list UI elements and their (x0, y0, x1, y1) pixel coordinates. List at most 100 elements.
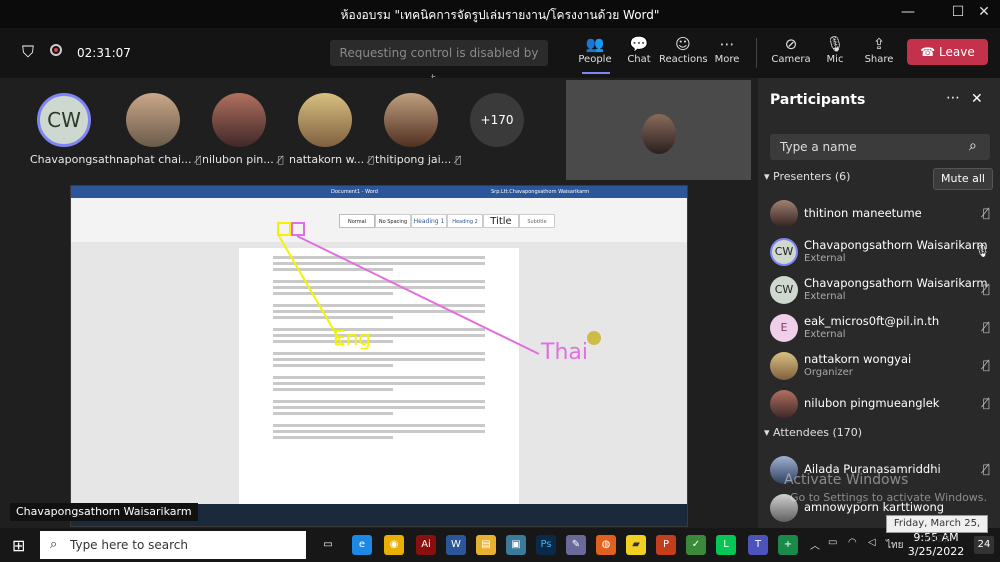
close-button[interactable]: ✕ (972, 4, 996, 20)
teams-icon[interactable]: T (748, 535, 768, 555)
word-icon[interactable]: W (446, 535, 466, 555)
file-explorer-icon[interactable]: ▤ (476, 535, 496, 555)
avatar: E (770, 314, 798, 342)
mic-off-icon: 🎙̸ (277, 155, 284, 166)
toolbar-divider (756, 38, 757, 68)
panel-title: Participants (770, 92, 866, 108)
avatar (770, 200, 798, 228)
annotation-eng: Eng (333, 326, 372, 350)
app-icon[interactable]: ✎ (566, 535, 586, 555)
sticky-notes-icon[interactable]: ▰ (626, 535, 646, 555)
participant-row[interactable]: nattakorn wongyai Organizer 🎙̸ (770, 350, 996, 386)
date-tooltip: Friday, March 25, 2022 (886, 515, 988, 545)
mic-off-icon: 🎙 (825, 35, 845, 53)
meeting-toolbar: ⛉ 02:31:07 Requesting control is disable… (0, 28, 1000, 86)
firefox-icon[interactable]: ◍ (596, 535, 616, 555)
participant-row[interactable]: nilubon pingmueanglek 🎙̸ (770, 388, 996, 424)
mic-off-icon: 🎙̸ (982, 462, 990, 476)
avatar-photo[interactable] (126, 93, 180, 147)
reactions-icon: ☺ (675, 35, 691, 53)
search-icon: ⌕ (50, 537, 58, 552)
overflow-count[interactable]: +170 (470, 93, 524, 147)
search-icon: ⌕ (969, 138, 977, 154)
chrome-icon[interactable]: ◉ (384, 535, 404, 555)
chat-icon: 💬 (629, 35, 649, 53)
share-icon: ⇪ (872, 35, 886, 53)
minimize-button[interactable]: — (896, 4, 920, 20)
annotation-layer (278, 235, 601, 355)
windows-taskbar: ⊞ ⌕ Type here to search ▭ e ◉ Ai W ▤ ▣ P… (0, 528, 1000, 562)
close-panel-icon[interactable]: ✕ (971, 91, 983, 107)
edge-icon[interactable]: e (352, 535, 372, 555)
annotation-thai: Thai (541, 340, 588, 365)
avatar: CW (770, 238, 798, 266)
attendees-header[interactable]: ▾ Attendees (170) (764, 426, 862, 439)
task-view-icon[interactable]: ▭ (318, 535, 338, 555)
phone-hangup-icon: ☎ (920, 45, 940, 59)
notification-badge[interactable]: 24 (974, 536, 994, 554)
activate-windows-watermark: Activate Windows (784, 472, 909, 488)
powerpoint-icon[interactable]: P (656, 535, 676, 555)
participant-row[interactable]: thitinon maneetume 🎙̸ (770, 198, 996, 234)
mic-off-icon: 🎙̸ (982, 396, 990, 410)
more-button[interactable]: ⋯ More (703, 34, 751, 65)
app-icon[interactable]: ▣ (506, 535, 526, 555)
gallery-label: thitipong jai... 🎙̸ (375, 153, 462, 166)
taskbar-search-input[interactable]: ⌕ Type here to search (40, 531, 306, 559)
presenter-name: Chavapongsathorn Waisarikarm (10, 503, 198, 521)
volume-icon[interactable]: ◁ (868, 537, 876, 548)
meeting-timer: 02:31:07 (77, 46, 131, 60)
people-active-indicator (582, 72, 610, 74)
gallery-label: naphat chai... 🎙̸ (116, 153, 202, 166)
more-options-icon[interactable]: ⋯ (946, 90, 960, 106)
language-indicator[interactable]: ไทย (886, 538, 903, 553)
video-person (642, 114, 676, 154)
pointer-dot (587, 331, 601, 345)
participant-row[interactable]: CW Chavapongsathorn Waisarikarm External… (770, 274, 996, 310)
window-title: ห้องอบรม "เทคนิคการจัดรูปเล่มรายงาน/โครง… (340, 8, 660, 22)
share-button[interactable]: ⇪ Share (855, 34, 903, 65)
gallery-label: nilubon pin... 🎙̸ (202, 153, 284, 166)
mic-off-icon: 🎙̸ (455, 155, 462, 166)
windows-start-icon[interactable]: ⊞ (12, 536, 25, 555)
participant-row[interactable]: CW Chavapongsathorn Waisarikarm External… (770, 236, 996, 272)
shared-screen[interactable]: Document1 - Word Srp.Ltt.Chavapongsathor… (70, 185, 688, 527)
avatar-cw[interactable]: CW (37, 93, 91, 147)
more-icon: ⋯ (719, 35, 735, 53)
title-bar: ห้องอบรม "เทคนิคการจัดรูปเล่มรายงาน/โครง… (0, 0, 1000, 28)
video-tile[interactable] (566, 80, 751, 180)
camera-off-icon: ⊘ (784, 35, 798, 53)
mute-all-button[interactable]: Mute all (933, 168, 993, 190)
maximize-button[interactable]: ☐ (946, 4, 970, 20)
avatar-photo[interactable] (212, 93, 266, 147)
mic-button[interactable]: 🎙 Mic (811, 34, 859, 65)
participant-search-input[interactable]: Type a name (770, 134, 990, 160)
people-button[interactable]: 👥 People (571, 34, 619, 65)
app-icon[interactable]: + (778, 535, 798, 555)
battery-icon[interactable]: ▭ (828, 537, 837, 548)
avatar: CW (770, 276, 798, 304)
mic-off-icon: 🎙̸ (982, 320, 990, 334)
app-icon[interactable]: ✓ (686, 535, 706, 555)
gallery-label: Chavapongsath... (30, 153, 127, 166)
leave-button[interactable]: ☎ Leave (907, 39, 988, 65)
avatar-photo[interactable] (298, 93, 352, 147)
wifi-icon[interactable]: ◠ (848, 537, 857, 548)
reactions-button[interactable]: ☺ Reactions (659, 34, 708, 65)
avatar-photo[interactable] (384, 93, 438, 147)
mic-off-icon: 🎙̸ (195, 155, 202, 166)
tray-chevron-icon[interactable]: ︿ (810, 537, 820, 552)
line-icon[interactable]: L (716, 535, 736, 555)
photoshop-icon[interactable]: Ps (536, 535, 556, 555)
mic-off-icon: 🎙̸ (982, 206, 990, 220)
gallery-label: nattakorn w... 🎙̸ (289, 153, 375, 166)
participant-row[interactable]: E eak_micros0ft@pil.in.th External 🎙̸ (770, 312, 996, 348)
illustrator-icon[interactable]: Ai (416, 535, 436, 555)
mic-on-icon: 🎙 (974, 244, 990, 258)
avatar (770, 390, 798, 418)
presenters-header[interactable]: ▾ Presenters (6) (764, 170, 850, 183)
camera-button[interactable]: ⊘ Camera (767, 34, 815, 65)
request-control-button[interactable]: Requesting control is disabled by t... (330, 40, 548, 86)
chat-button[interactable]: 💬 Chat (615, 34, 663, 65)
people-icon: 👥 (585, 35, 605, 53)
